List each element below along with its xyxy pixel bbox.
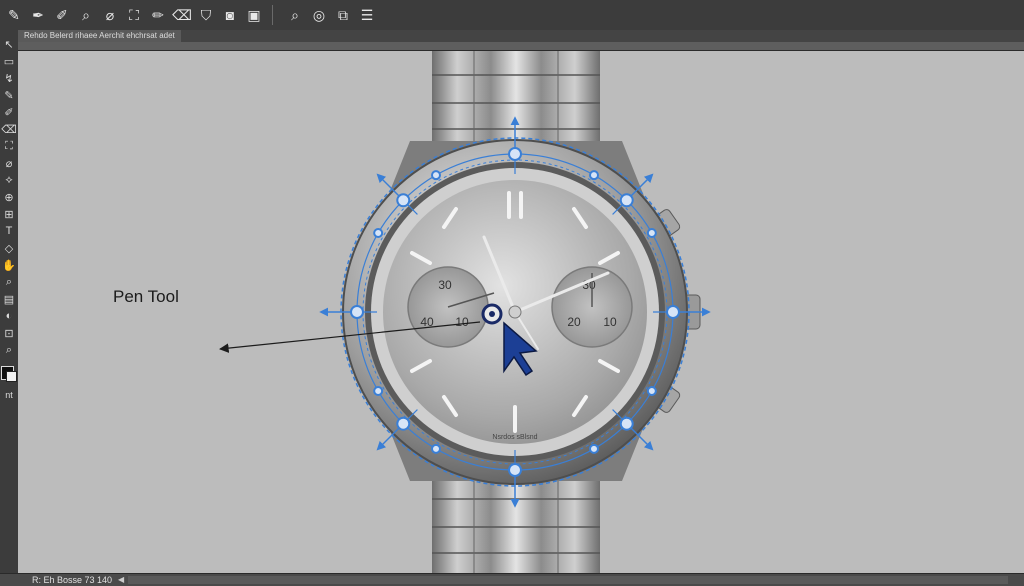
status-arrow-icon[interactable]: ◀ bbox=[118, 574, 124, 586]
status-text: R: Eh Bosse 73 140 bbox=[32, 575, 113, 585]
anchor-point[interactable] bbox=[589, 170, 599, 181]
watch-bracelet-bottom bbox=[432, 471, 600, 573]
top-toolbar: ✎ ✒ ✐ ⌕ ⌀ ⛶ ✏ ⌫ ⛉ ◙ ▣ ⌕ ◎ ⧉ ☰ bbox=[0, 0, 1024, 31]
subdial-right-left: 20 bbox=[567, 315, 581, 329]
toolbox-label: nt bbox=[5, 390, 13, 400]
pencil-icon[interactable]: ✎ bbox=[4, 5, 24, 25]
document-tab[interactable]: Rehdo Belerd rihaee Aerchit ehchrsat ade… bbox=[18, 30, 181, 42]
layers-icon[interactable]: ⧉ bbox=[333, 5, 353, 25]
path-select-icon[interactable]: ⛉ bbox=[196, 5, 216, 25]
eraser-icon[interactable]: ⌫ bbox=[172, 5, 192, 25]
watch-bracelet-top bbox=[432, 51, 600, 151]
tool-path-icon[interactable]: ⟡ bbox=[0, 172, 18, 188]
anchor-point[interactable] bbox=[431, 170, 441, 181]
horizontal-ruler bbox=[18, 42, 1024, 51]
dial-brand-text: Nsrdos sBlsnd bbox=[492, 434, 537, 441]
document-tab-bar: Rehdo Belerd rihaee Aerchit ehchrsat ade… bbox=[18, 30, 1024, 42]
pen-icon[interactable]: ✒ bbox=[28, 5, 48, 25]
camera-icon[interactable]: ◙ bbox=[220, 5, 240, 25]
anchor-point[interactable] bbox=[431, 443, 441, 454]
tools-panel: nt ↖ ▭ ↯ ✎ ✐ ⌫ ⛶ ⌀ ⟡ ⊕ ⊞ T ◇ ✋ ⌕ ▤ ◐ ⊡ ⌕ bbox=[0, 30, 19, 573]
tool-move-icon[interactable]: ↖ bbox=[0, 36, 18, 52]
status-bar: R: Eh Bosse 73 140 ◀ bbox=[0, 573, 1024, 586]
tool-zoom-icon[interactable]: ⌕ bbox=[0, 274, 18, 290]
tool-edit-icon[interactable]: ⊡ bbox=[0, 325, 18, 341]
tool-marquee-icon[interactable]: ▭ bbox=[0, 53, 18, 69]
tool-search-icon[interactable]: ⌕ bbox=[0, 342, 18, 358]
tool-crop-icon[interactable]: ⛶ bbox=[0, 138, 18, 154]
crop-icon[interactable]: ⛶ bbox=[124, 5, 144, 25]
canvas[interactable]: 30 40 10 30 20 10 Nsrdos sBlsnd bbox=[18, 51, 1024, 573]
tool-gradient-icon[interactable]: ▤ bbox=[0, 291, 18, 307]
toolbar-separator bbox=[272, 5, 273, 25]
canvas-artwork: 30 40 10 30 20 10 Nsrdos sBlsnd bbox=[219, 51, 711, 573]
zoom-icon[interactable]: ⌕ bbox=[76, 5, 96, 25]
subdial-right-right: 10 bbox=[603, 315, 617, 329]
anchor-point[interactable] bbox=[646, 386, 657, 396]
eyedropper-icon[interactable]: ⌀ bbox=[100, 5, 120, 25]
search-icon[interactable]: ⌕ bbox=[285, 5, 305, 25]
subdial-left-top: 30 bbox=[438, 278, 452, 292]
tool-eraser-icon[interactable]: ⌫ bbox=[0, 121, 18, 137]
tool-eyedropper-icon[interactable]: ⌀ bbox=[0, 155, 18, 171]
brush-icon[interactable]: ✐ bbox=[52, 5, 72, 25]
lasso-icon[interactable]: ◎ bbox=[309, 5, 329, 25]
subdial-left-right: 10 bbox=[455, 315, 469, 329]
pen-tool-label: Pen Tool bbox=[113, 287, 179, 306]
anchor-point[interactable] bbox=[373, 228, 384, 238]
anchor-point[interactable] bbox=[589, 443, 599, 454]
tool-pen-icon[interactable]: ✎ bbox=[0, 87, 18, 103]
tool-dodge-icon[interactable]: ◐ bbox=[0, 308, 18, 324]
tool-lasso-icon[interactable]: ↯ bbox=[0, 70, 18, 86]
background-color-swatch[interactable] bbox=[6, 371, 17, 382]
screen-icon[interactable]: ▣ bbox=[244, 5, 264, 25]
tool-hand-icon[interactable]: ✋ bbox=[0, 257, 18, 273]
shape-edit-icon[interactable]: ✏ bbox=[148, 5, 168, 25]
tool-type-icon[interactable]: T bbox=[0, 223, 18, 239]
anchor-point[interactable] bbox=[646, 228, 657, 238]
tool-shape-icon[interactable]: ◇ bbox=[0, 240, 18, 256]
tool-heal-icon[interactable]: ⊕ bbox=[0, 189, 18, 205]
horizontal-scrollbar[interactable] bbox=[128, 576, 1008, 584]
tool-brush-icon[interactable]: ✐ bbox=[0, 104, 18, 120]
anchor-point[interactable] bbox=[373, 386, 384, 396]
stack-icon[interactable]: ☰ bbox=[357, 5, 377, 25]
tool-stamp-icon[interactable]: ⊞ bbox=[0, 206, 18, 222]
